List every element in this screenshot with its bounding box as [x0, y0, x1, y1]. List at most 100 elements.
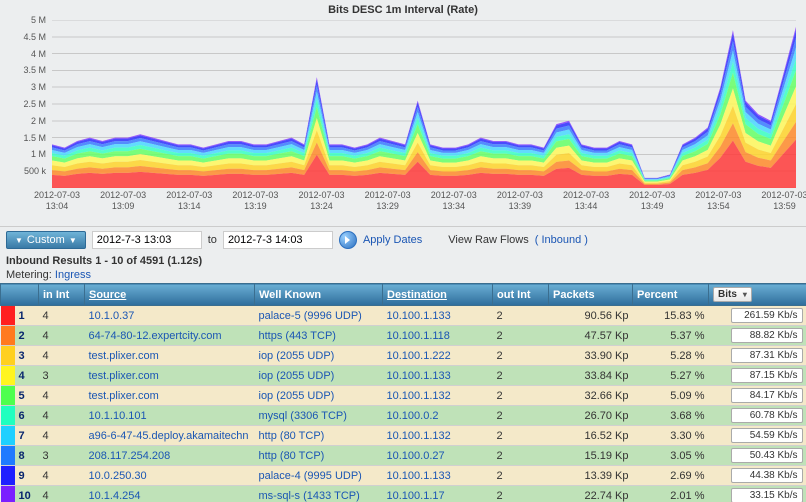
- destination[interactable]: 10.100.0.27: [383, 446, 493, 466]
- source[interactable]: 64-74-80-12.expertcity.com: [85, 326, 255, 346]
- table-row[interactable]: 54test.plixer.comiop (2055 UDP)10.100.1.…: [1, 386, 806, 406]
- x-tick-label: 2012-07-0313:19: [220, 190, 290, 212]
- chevron-down-icon: ▼: [15, 236, 23, 245]
- destination[interactable]: 10.100.1.222: [383, 346, 493, 366]
- in-int: 4: [39, 306, 85, 326]
- y-tick-label: 5 M: [31, 15, 46, 25]
- col-percent[interactable]: Percent: [633, 284, 709, 306]
- apply-dates-link[interactable]: Apply Dates: [363, 234, 422, 246]
- destination[interactable]: 10.100.1.132: [383, 426, 493, 446]
- table-row[interactable]: 1410.1.0.37palace-5 (9996 UDP)10.100.1.1…: [1, 306, 806, 326]
- col-packets[interactable]: Packets: [549, 284, 633, 306]
- row-number: 10: [15, 486, 39, 502]
- percent: 5.09 %: [633, 386, 709, 406]
- source[interactable]: 10.1.0.37: [85, 306, 255, 326]
- x-tick-label: 2012-07-0313:34: [419, 190, 489, 212]
- well-known[interactable]: iop (2055 UDP): [255, 386, 383, 406]
- table-row[interactable]: 2464-74-80-12.expertcity.comhttps (443 T…: [1, 326, 806, 346]
- bits: 87.31 Kb/s: [709, 346, 806, 366]
- col-blank: [1, 284, 39, 306]
- table-row[interactable]: 74a96-6-47-45.deploy.akamaitechnhttp (80…: [1, 426, 806, 446]
- x-tick-label: 2012-07-0313:14: [154, 190, 224, 212]
- bits: 60.78 Kb/s: [709, 406, 806, 426]
- inbound-link[interactable]: ( Inbound ): [535, 234, 588, 246]
- row-number: 3: [15, 346, 39, 366]
- packets: 15.19 Kp: [549, 446, 633, 466]
- well-known[interactable]: palace-5 (9996 UDP): [255, 306, 383, 326]
- destination[interactable]: 10.100.1.133: [383, 466, 493, 486]
- bits: 261.59 Kb/s: [709, 306, 806, 326]
- chevron-down-icon: ▼: [69, 236, 77, 245]
- row-number: 2: [15, 326, 39, 346]
- source[interactable]: test.plixer.com: [85, 386, 255, 406]
- chevron-down-icon: ▾: [743, 290, 747, 299]
- destination[interactable]: 10.100.1.133: [383, 366, 493, 386]
- destination[interactable]: 10.100.1.132: [383, 386, 493, 406]
- bits-column-selector[interactable]: Bits ▾: [713, 287, 752, 302]
- table-row[interactable]: 43test.plixer.comiop (2055 UDP)10.100.1.…: [1, 366, 806, 386]
- x-tick-label: 2012-07-0313:24: [287, 190, 357, 212]
- destination[interactable]: 10.100.1.133: [383, 306, 493, 326]
- y-tick-label: 4.5 M: [23, 32, 46, 42]
- well-known[interactable]: palace-4 (9995 UDP): [255, 466, 383, 486]
- row-swatch: [1, 466, 15, 486]
- row-number: 5: [15, 386, 39, 406]
- metering-value-link[interactable]: Ingress: [55, 269, 91, 281]
- row-number: 9: [15, 466, 39, 486]
- source[interactable]: test.plixer.com: [85, 366, 255, 386]
- source[interactable]: 10.1.10.101: [85, 406, 255, 426]
- bits-select-label: Bits: [718, 289, 737, 300]
- source[interactable]: a96-6-47-45.deploy.akamaitechn: [85, 426, 255, 446]
- table-row[interactable]: 34test.plixer.comiop (2055 UDP)10.100.1.…: [1, 346, 806, 366]
- well-known[interactable]: http (80 TCP): [255, 446, 383, 466]
- bits: 44.38 Kb/s: [709, 466, 806, 486]
- custom-range-button[interactable]: ▼ Custom ▼: [6, 231, 86, 249]
- x-tick-label: 2012-07-0313:09: [88, 190, 158, 212]
- col-out-int[interactable]: out Int: [493, 284, 549, 306]
- bits: 33.15 Kb/s: [709, 486, 806, 502]
- percent: 3.05 %: [633, 446, 709, 466]
- apply-icon-button[interactable]: [339, 231, 357, 249]
- x-tick-label: 2012-07-0313:49: [617, 190, 687, 212]
- packets: 33.90 Kp: [549, 346, 633, 366]
- row-swatch: [1, 346, 15, 366]
- table-row[interactable]: 83208.117.254.208http (80 TCP)10.100.0.2…: [1, 446, 806, 466]
- destination[interactable]: 10.100.1.17: [383, 486, 493, 502]
- raw-flows-label: View Raw Flows: [448, 234, 529, 246]
- y-axis-ticks: 500 k1 M1.5 M2 M2.5 M3 M3.5 M4 M4.5 M5 M: [0, 20, 50, 188]
- well-known[interactable]: iop (2055 UDP): [255, 346, 383, 366]
- to-date-input[interactable]: [223, 231, 333, 249]
- well-known[interactable]: iop (2055 UDP): [255, 366, 383, 386]
- to-label: to: [208, 234, 217, 246]
- packets: 16.52 Kp: [549, 426, 633, 446]
- col-well-known[interactable]: Well Known: [255, 284, 383, 306]
- packets: 22.74 Kp: [549, 486, 633, 502]
- percent: 3.68 %: [633, 406, 709, 426]
- table-row[interactable]: 9410.0.250.30palace-4 (9995 UDP)10.100.1…: [1, 466, 806, 486]
- well-known[interactable]: mysql (3306 TCP): [255, 406, 383, 426]
- col-source[interactable]: Source: [85, 284, 255, 306]
- source[interactable]: 10.1.4.254: [85, 486, 255, 502]
- bits: 50.43 Kb/s: [709, 446, 806, 466]
- row-swatch: [1, 306, 15, 326]
- well-known[interactable]: http (80 TCP): [255, 426, 383, 446]
- col-in-int[interactable]: in Int: [39, 284, 85, 306]
- table-row[interactable]: 6410.1.10.101mysql (3306 TCP)10.100.0.22…: [1, 406, 806, 426]
- well-known[interactable]: https (443 TCP): [255, 326, 383, 346]
- from-date-input[interactable]: [92, 231, 202, 249]
- destination[interactable]: 10.100.1.118: [383, 326, 493, 346]
- percent: 2.69 %: [633, 466, 709, 486]
- table-row[interactable]: 10410.1.4.254ms-sql-s (1433 TCP)10.100.1…: [1, 486, 806, 502]
- x-tick-label: 2012-07-0313:39: [485, 190, 555, 212]
- source[interactable]: test.plixer.com: [85, 346, 255, 366]
- col-bits[interactable]: Bits ▾: [709, 284, 806, 306]
- source[interactable]: 208.117.254.208: [85, 446, 255, 466]
- results-table: in Int Source Well Known Destination out…: [0, 283, 806, 502]
- y-tick-label: 1.5 M: [23, 133, 46, 143]
- in-int: 4: [39, 346, 85, 366]
- well-known[interactable]: ms-sql-s (1433 TCP): [255, 486, 383, 502]
- metering-label: Metering:: [6, 269, 52, 281]
- destination[interactable]: 10.100.0.2: [383, 406, 493, 426]
- col-destination[interactable]: Destination: [383, 284, 493, 306]
- source[interactable]: 10.0.250.30: [85, 466, 255, 486]
